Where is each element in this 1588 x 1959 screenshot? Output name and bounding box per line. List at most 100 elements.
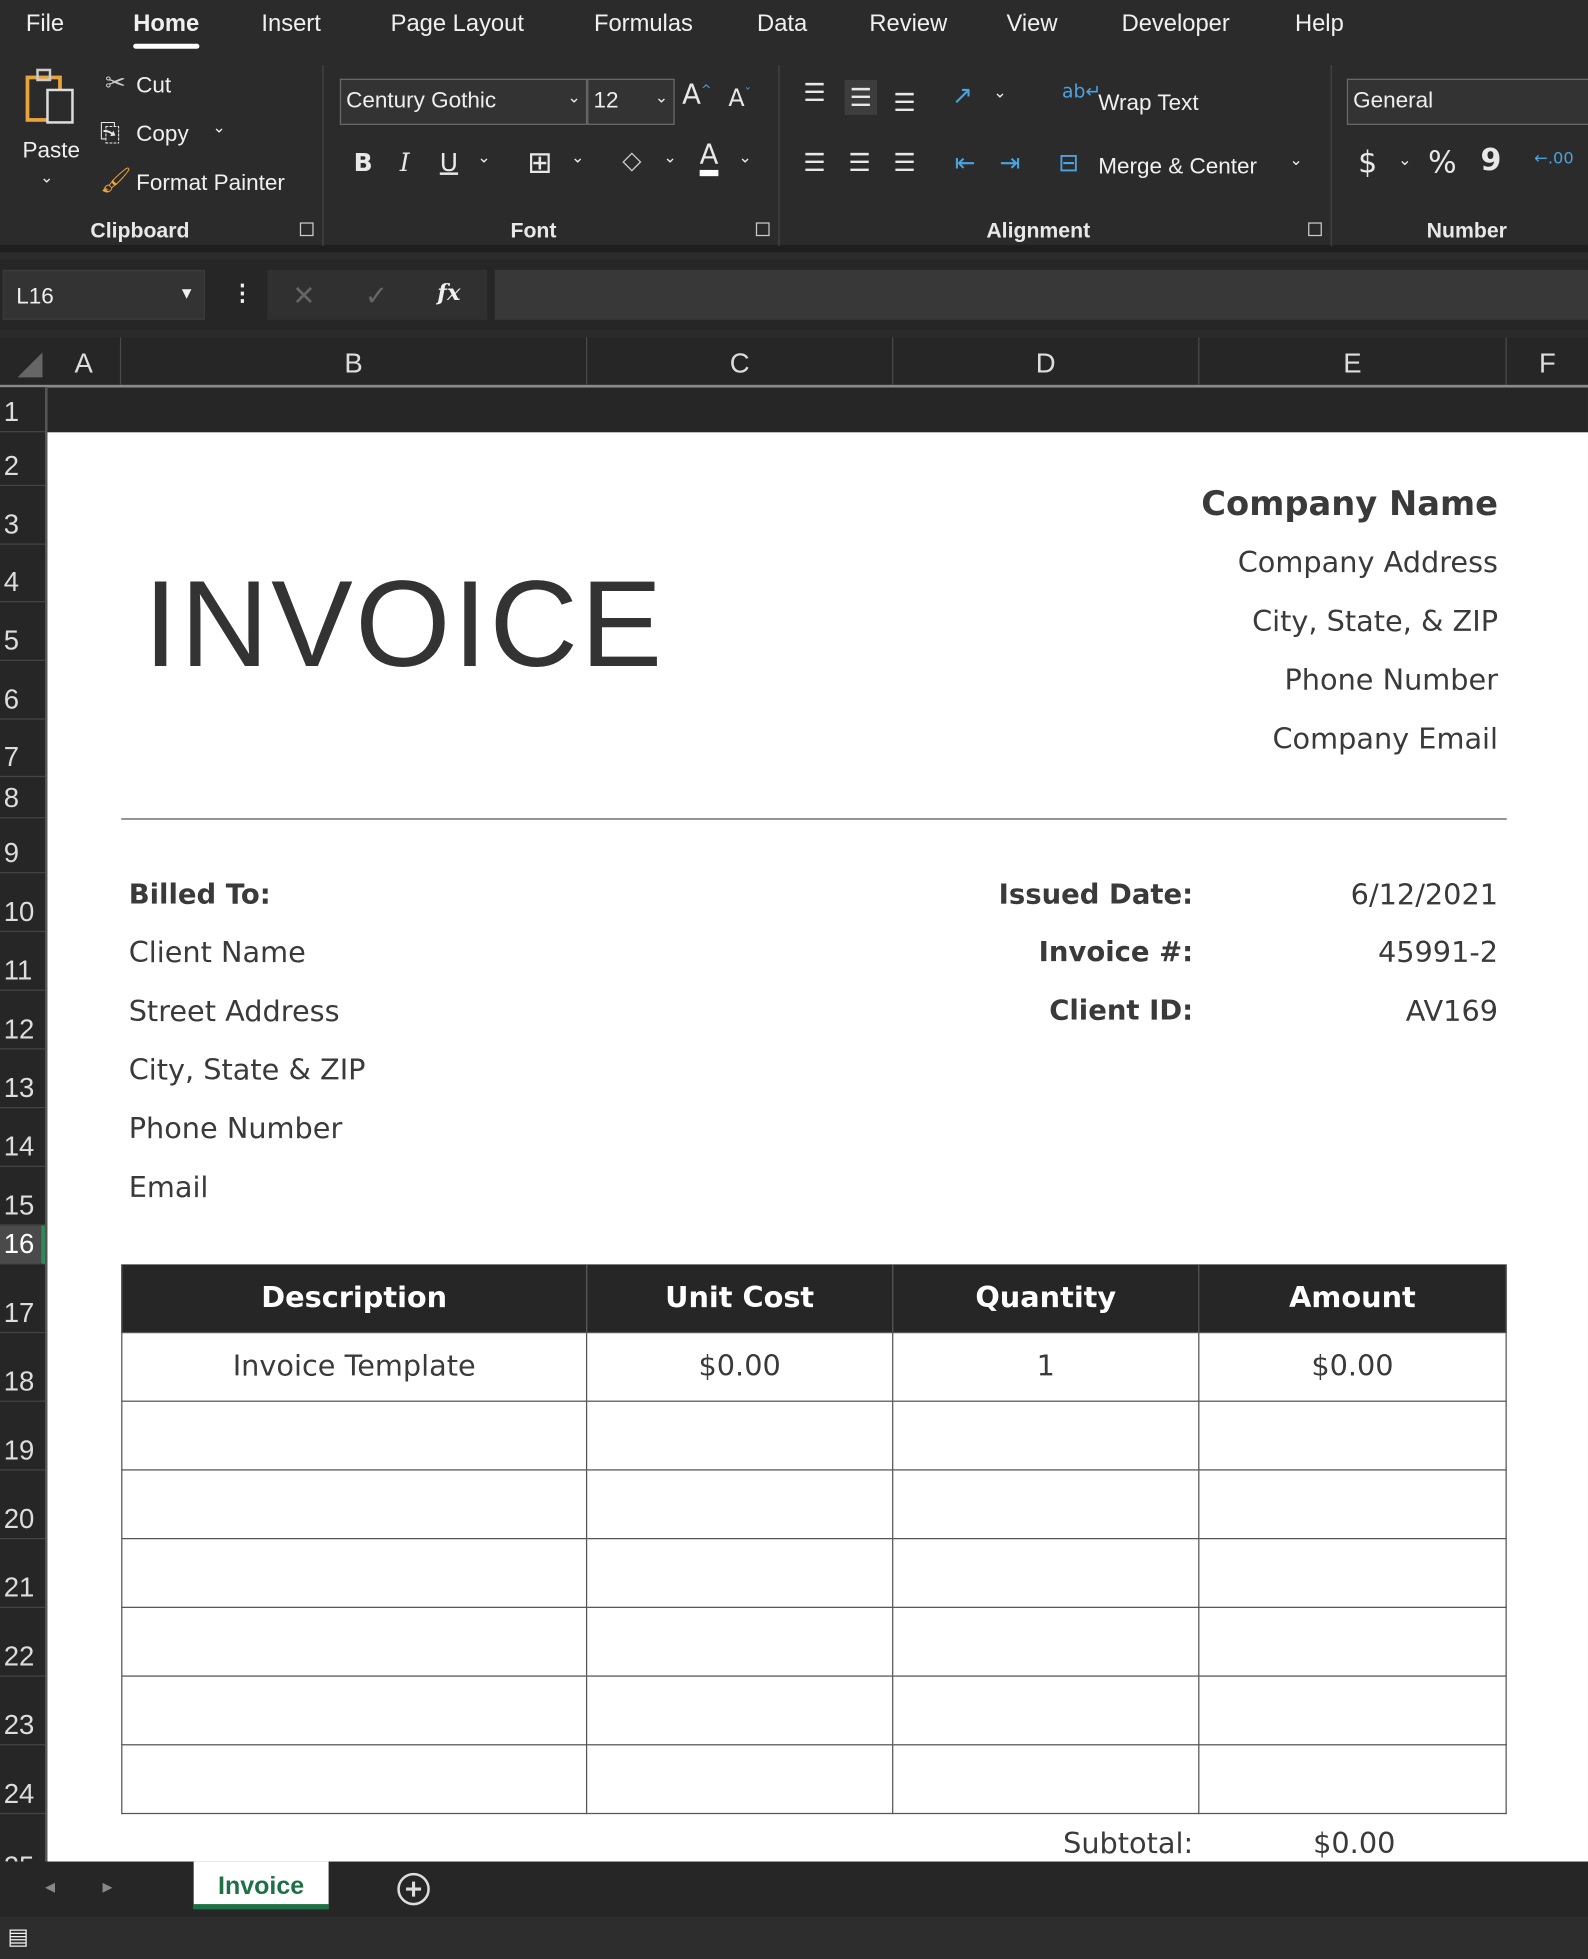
- column-header-b[interactable]: B: [121, 337, 588, 385]
- table-cell[interactable]: $0.00: [587, 1333, 894, 1402]
- table-cell[interactable]: 1: [893, 1333, 1200, 1402]
- table-cell[interactable]: [1199, 1470, 1507, 1540]
- table-cell[interactable]: [587, 1745, 894, 1815]
- row-header-9[interactable]: 9: [0, 818, 45, 874]
- decrease-indent-icon[interactable]: ⇤: [955, 147, 976, 177]
- table-cell[interactable]: [1199, 1401, 1507, 1471]
- table-cell[interactable]: $0.00: [1199, 1333, 1507, 1402]
- row-header-19[interactable]: 19: [0, 1402, 45, 1471]
- dialog-launcher-icon[interactable]: [299, 222, 314, 237]
- tab-view[interactable]: View: [1006, 11, 1057, 38]
- column-header-f[interactable]: F: [1507, 337, 1588, 384]
- number-format-select[interactable]: General: [1346, 78, 1588, 125]
- borders-icon[interactable]: ⊞: [527, 145, 552, 180]
- insert-function-icon[interactable]: fx: [437, 280, 460, 306]
- row-header-10[interactable]: 10: [0, 873, 45, 933]
- font-color-icon[interactable]: A: [699, 142, 719, 177]
- column-header-e[interactable]: E: [1199, 337, 1507, 385]
- wrap-text-button[interactable]: Wrap Text: [1098, 90, 1198, 116]
- paste-button[interactable]: Paste ⌄: [15, 67, 85, 192]
- increase-font-icon[interactable]: A^: [682, 80, 711, 111]
- column-header-a[interactable]: A: [47, 337, 122, 385]
- row-header-8[interactable]: 8: [0, 777, 45, 819]
- chevron-down-icon[interactable]: ⌄: [1398, 150, 1412, 170]
- row-header-7[interactable]: 7: [0, 720, 45, 778]
- row-header-16[interactable]: 16: [0, 1225, 45, 1265]
- table-cell[interactable]: [121, 1607, 588, 1677]
- font-name-select[interactable]: Century Gothic ⌄: [339, 78, 588, 125]
- cut-button[interactable]: Cut: [136, 72, 171, 98]
- tab-developer[interactable]: Developer: [1122, 11, 1230, 38]
- align-left-icon[interactable]: ☰: [803, 147, 825, 177]
- column-header-d[interactable]: D: [893, 337, 1200, 385]
- chevron-down-icon[interactable]: ⌄: [212, 117, 226, 137]
- row-header-1[interactable]: 1: [0, 387, 45, 433]
- row-header-2[interactable]: 2: [0, 432, 45, 487]
- table-cell[interactable]: [1199, 1676, 1507, 1746]
- table-cell[interactable]: [587, 1676, 894, 1746]
- underline-button[interactable]: U: [440, 147, 458, 177]
- row-header-24[interactable]: 24: [0, 1745, 45, 1815]
- table-cell[interactable]: [1199, 1539, 1507, 1608]
- tab-home[interactable]: Home: [133, 11, 199, 49]
- macro-recording-icon[interactable]: ▤: [7, 1924, 28, 1950]
- chevron-down-icon[interactable]: ⌄: [571, 147, 585, 167]
- column-header-c[interactable]: C: [587, 337, 894, 385]
- table-cell[interactable]: [893, 1401, 1200, 1471]
- bottom-align-icon[interactable]: ☰: [893, 87, 915, 117]
- table-cell[interactable]: Invoice Template: [121, 1333, 588, 1402]
- row-header-12[interactable]: 12: [0, 991, 45, 1050]
- table-cell[interactable]: [893, 1470, 1200, 1540]
- table-cell[interactable]: [893, 1539, 1200, 1608]
- tab-formulas[interactable]: Formulas: [594, 11, 693, 38]
- table-cell[interactable]: [1199, 1745, 1507, 1815]
- row-header-11[interactable]: 11: [0, 932, 45, 991]
- tab-page-layout[interactable]: Page Layout: [391, 11, 524, 38]
- currency-button[interactable]: $: [1358, 145, 1377, 180]
- decrease-font-icon[interactable]: Aˇ: [728, 85, 750, 112]
- orientation-icon[interactable]: ↗: [952, 80, 973, 110]
- row-header-23[interactable]: 23: [0, 1677, 45, 1746]
- table-cell[interactable]: [121, 1539, 588, 1608]
- table-cell[interactable]: [587, 1401, 894, 1471]
- more-options-icon[interactable]: ⋮: [231, 280, 253, 306]
- tab-data[interactable]: Data: [757, 11, 807, 38]
- table-cell[interactable]: [1199, 1607, 1507, 1677]
- formula-input[interactable]: [494, 269, 1588, 320]
- table-cell[interactable]: [587, 1607, 894, 1677]
- row-header-13[interactable]: 13: [0, 1049, 45, 1109]
- row-header-17[interactable]: 17: [0, 1264, 45, 1334]
- increase-indent-icon[interactable]: ⇥: [1000, 147, 1021, 177]
- percent-button[interactable]: %: [1428, 145, 1457, 180]
- top-align-icon[interactable]: ☰: [803, 77, 825, 107]
- tab-insert[interactable]: Insert: [261, 11, 320, 38]
- comma-style-button[interactable]: 9: [1481, 142, 1502, 177]
- name-box[interactable]: L16 ▼: [2, 269, 205, 320]
- format-painter-button[interactable]: Format Painter: [136, 170, 285, 196]
- row-header-18[interactable]: 18: [0, 1333, 45, 1402]
- table-cell[interactable]: [893, 1676, 1200, 1746]
- align-right-icon[interactable]: ☰: [893, 147, 915, 177]
- chevron-down-icon[interactable]: ⌄: [40, 167, 54, 187]
- chevron-down-icon[interactable]: ⌄: [738, 147, 752, 167]
- copy-button[interactable]: Copy: [136, 121, 189, 147]
- table-cell[interactable]: [121, 1676, 588, 1746]
- row-header-22[interactable]: 22: [0, 1608, 45, 1677]
- table-cell[interactable]: [587, 1539, 894, 1608]
- dialog-launcher-icon[interactable]: [1308, 222, 1322, 237]
- align-center-icon[interactable]: ☰: [848, 147, 870, 177]
- font-size-select[interactable]: 12 ⌄: [587, 78, 675, 125]
- scroll-left-icon[interactable]: ◂: [45, 1874, 55, 1899]
- table-cell[interactable]: [893, 1607, 1200, 1677]
- tab-review[interactable]: Review: [869, 11, 947, 38]
- add-sheet-icon[interactable]: [396, 1872, 431, 1907]
- chevron-down-icon[interactable]: ⌄: [1289, 150, 1303, 170]
- row-header-3[interactable]: 3: [0, 486, 45, 545]
- row-header-25[interactable]: 25: [0, 1814, 45, 1861]
- dialog-launcher-icon[interactable]: [755, 222, 770, 237]
- sheet-tab-invoice[interactable]: Invoice: [193, 1861, 329, 1910]
- scroll-right-icon[interactable]: ▸: [102, 1874, 112, 1899]
- table-cell[interactable]: [121, 1401, 588, 1471]
- row-header-6[interactable]: 6: [0, 661, 45, 720]
- fill-color-icon[interactable]: ◇: [622, 145, 641, 175]
